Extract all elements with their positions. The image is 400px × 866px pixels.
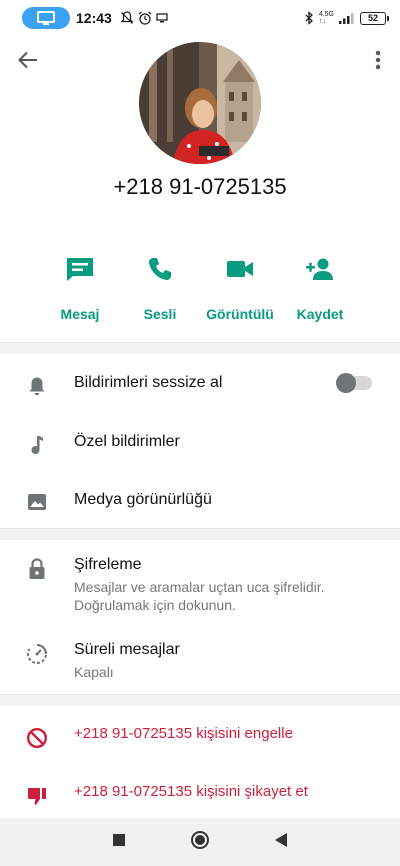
status-bar: 12:43 4.5G ↑↓ 52 <box>0 0 400 36</box>
disappearing-messages-status: Kapalı <box>74 664 114 680</box>
system-back-button[interactable] <box>274 832 288 853</box>
block-icon <box>26 727 48 749</box>
report-contact-row[interactable]: +218 91-0725135 kişisini şikayet et <box>0 783 400 807</box>
battery-indicator: 52 <box>360 11 389 25</box>
back-button[interactable] <box>14 46 42 74</box>
voice-call-label: Sesli <box>143 306 177 322</box>
section-divider <box>0 528 400 540</box>
encryption-title: Şifreleme <box>74 556 142 573</box>
message-label: Mesaj <box>60 306 100 322</box>
more-vertical-icon <box>375 50 381 70</box>
toggle-knob <box>336 373 356 393</box>
encryption-subtitle-line1: Mesajlar ve aramalar uçtan uca şifrelidi… <box>74 579 325 595</box>
music-note-icon <box>31 436 43 454</box>
section-divider <box>0 694 400 706</box>
disappearing-messages-row[interactable]: Süreli mesajlar Kapalı <box>0 641 400 681</box>
report-contact-label: +218 91-0725135 kişisini şikayet et <box>74 783 308 800</box>
more-options-button[interactable] <box>370 46 386 74</box>
encryption-subtitle-line2: Doğrulamak için dokunun. <box>74 597 236 613</box>
mute-toggle[interactable] <box>336 373 372 393</box>
lock-icon <box>29 558 45 579</box>
home-button[interactable] <box>190 830 210 855</box>
block-contact-label: +218 91-0725135 kişisini engelle <box>74 725 293 742</box>
video-call-button[interactable]: Görüntülü <box>200 252 280 322</box>
monitor-icon <box>37 11 55 25</box>
save-contact-label: Kaydet <box>296 306 344 322</box>
status-time: 12:43 <box>76 10 112 26</box>
signal-icon <box>339 13 354 24</box>
video-call-label: Görüntülü <box>206 306 274 322</box>
notifications-off-icon <box>120 11 134 24</box>
media-visibility-label: Medya görünürlüğü <box>74 491 212 508</box>
message-icon <box>67 258 93 281</box>
custom-notifications-row[interactable]: Özel bildirimler <box>0 433 400 455</box>
disappearing-messages-title: Süreli mesajlar <box>74 641 180 658</box>
network-type: 4.5G ↑↓ <box>318 11 334 25</box>
custom-notifications-label: Özel bildirimler <box>74 433 180 450</box>
alarm-icon <box>138 11 152 25</box>
bluetooth-icon <box>305 11 313 25</box>
block-contact-row[interactable]: +218 91-0725135 kişisini engelle <box>0 725 400 749</box>
contact-header: +218 91-0725135 Mesaj Sesli Görüntülü Ka… <box>0 36 400 342</box>
timer-icon <box>27 644 47 664</box>
arrow-left-icon <box>18 51 37 69</box>
screen-cast-indicator[interactable] <box>22 7 70 29</box>
system-navigation-bar <box>0 818 400 866</box>
message-button[interactable]: Mesaj <box>40 252 120 322</box>
image-icon <box>28 494 46 510</box>
recents-button[interactable] <box>112 833 126 852</box>
mute-notifications-label: Bildirimleri sessize al <box>74 374 223 391</box>
circle-icon <box>191 830 209 849</box>
voice-call-button[interactable]: Sesli <box>120 252 200 322</box>
triangle-back-icon <box>275 832 287 847</box>
cast-screen-icon <box>156 13 168 23</box>
media-visibility-row[interactable]: Medya görünürlüğü <box>0 491 400 511</box>
thumbs-down-icon <box>27 788 46 805</box>
video-icon <box>227 261 253 277</box>
square-icon <box>113 833 125 846</box>
add-person-icon <box>306 258 333 280</box>
bell-icon <box>29 377 45 396</box>
section-divider <box>0 342 400 354</box>
quick-actions: Mesaj Sesli Görüntülü Kaydet <box>40 252 360 322</box>
contact-phone-number: +218 91-0725135 <box>113 174 287 199</box>
profile-photo <box>139 42 261 164</box>
contact-avatar[interactable] <box>139 42 261 164</box>
phone-icon <box>149 258 171 280</box>
encryption-row[interactable]: Şifreleme Mesajlar ve aramalar uçtan uca… <box>0 556 400 614</box>
save-contact-button[interactable]: Kaydet <box>280 252 360 322</box>
encryption-subtitle: Mesajlar ve aramalar uçtan uca şifrelidi… <box>74 578 325 614</box>
